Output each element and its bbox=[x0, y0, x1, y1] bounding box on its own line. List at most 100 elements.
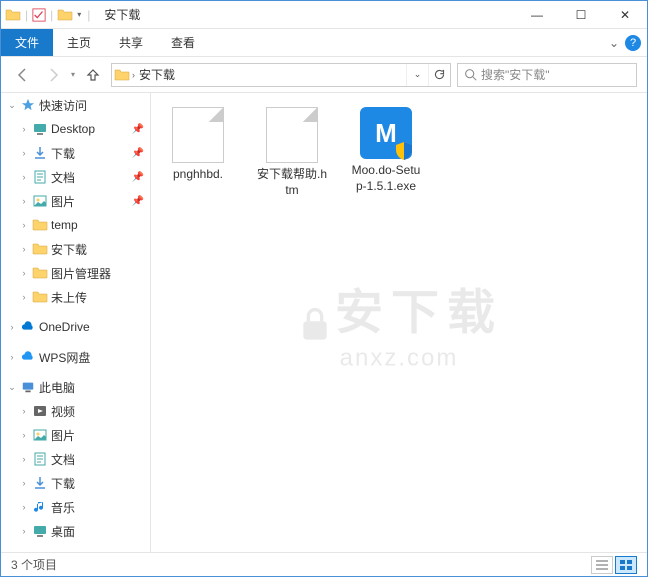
tab-share[interactable]: 共享 bbox=[105, 29, 157, 56]
pin-icon: 📌 bbox=[132, 172, 150, 183]
sidebar-item[interactable]: ›文档📌 bbox=[1, 165, 150, 189]
sidebar-item-label: 视频 bbox=[51, 403, 150, 420]
chevron-right-icon[interactable]: › bbox=[19, 172, 29, 182]
sidebar-item-label: 安下载 bbox=[51, 241, 150, 258]
address-dropdown[interactable]: ⌄ bbox=[406, 64, 428, 86]
file-label: Moo.do-Setup-1.5.1.exe bbox=[351, 163, 421, 194]
chevron-right-icon[interactable]: › bbox=[19, 196, 29, 206]
sidebar-item[interactable]: ›temp bbox=[1, 213, 150, 237]
file-list[interactable]: 安下载 anxz.com pnghhbd. 安下载帮助.htm M Moo.do-Se… bbox=[151, 93, 647, 552]
sidebar-item-label: 桌面 bbox=[51, 523, 150, 540]
ribbon: 文件 主页 共享 查看 ⌄ ? bbox=[1, 29, 647, 57]
pin-icon: 📌 bbox=[132, 148, 150, 159]
statusbar: 3 个项目 bbox=[1, 552, 647, 576]
chevron-down-icon[interactable]: ⌄ bbox=[7, 100, 17, 111]
sidebar-quick-access[interactable]: ⌄ 快速访问 bbox=[1, 93, 150, 117]
file-item[interactable]: M Moo.do-Setup-1.5.1.exe bbox=[347, 103, 425, 202]
chevron-right-icon[interactable]: › bbox=[19, 148, 29, 158]
chevron-right-icon[interactable]: › bbox=[19, 268, 29, 278]
chevron-right-icon[interactable]: › bbox=[19, 406, 29, 416]
video-icon bbox=[32, 403, 48, 419]
sidebar-item-label: 未上传 bbox=[51, 289, 150, 306]
maximize-button[interactable]: ☐ bbox=[559, 1, 603, 29]
search-input[interactable]: 搜索"安下载" bbox=[457, 63, 637, 87]
recent-dropdown[interactable]: ▾ bbox=[71, 70, 75, 79]
ribbon-collapse[interactable]: ⌄ bbox=[609, 36, 619, 50]
pc-icon bbox=[20, 379, 36, 395]
chevron-right-icon[interactable]: › bbox=[19, 526, 29, 536]
sidebar-item[interactable]: › 视频 bbox=[1, 399, 150, 423]
window-controls: — ☐ ✕ bbox=[515, 1, 647, 29]
sidebar-item[interactable]: ›下载 bbox=[1, 471, 150, 495]
watermark: 安下载 anxz.com bbox=[295, 272, 503, 373]
up-button[interactable] bbox=[81, 63, 105, 87]
tab-home[interactable]: 主页 bbox=[53, 29, 105, 56]
close-button[interactable]: ✕ bbox=[603, 1, 647, 29]
sidebar-item-label: 图片管理器 bbox=[51, 265, 150, 282]
download-icon bbox=[32, 475, 48, 491]
check-icon[interactable] bbox=[32, 8, 46, 22]
sidebar[interactable]: ⌄ 快速访问 ›Desktop📌›下载📌›文档📌›图片📌›temp›安下载›图片… bbox=[1, 93, 151, 552]
chevron-right-icon[interactable]: › bbox=[7, 352, 17, 362]
chevron-down-icon[interactable]: ⌄ bbox=[7, 382, 17, 393]
pic-icon bbox=[32, 193, 48, 209]
help-icon[interactable]: ? bbox=[625, 35, 641, 51]
chevron-right-icon[interactable]: › bbox=[19, 502, 29, 512]
sidebar-this-pc[interactable]: ⌄ 此电脑 bbox=[1, 375, 150, 399]
chevron-right-icon[interactable]: › bbox=[19, 124, 29, 134]
sidebar-wps[interactable]: › WPS网盘 bbox=[1, 345, 150, 369]
file-label: pnghhbd. bbox=[173, 167, 223, 183]
chevron-right-icon[interactable]: › bbox=[19, 292, 29, 302]
sidebar-item-label: 音乐 bbox=[51, 499, 150, 516]
file-item[interactable]: pnghhbd. bbox=[159, 103, 237, 202]
chevron-right-icon[interactable]: › bbox=[19, 454, 29, 464]
sidebar-item[interactable]: › 图片📌 bbox=[1, 189, 150, 213]
qat: | | ▾ | bbox=[1, 7, 96, 23]
sidebar-item[interactable]: › 安下载 bbox=[1, 237, 150, 261]
chevron-right-icon[interactable]: › bbox=[19, 220, 29, 230]
sidebar-item[interactable]: › 图片 bbox=[1, 423, 150, 447]
doc-icon bbox=[32, 451, 48, 467]
chevron-right-icon[interactable]: › bbox=[19, 478, 29, 488]
sidebar-item-label: 下载 bbox=[51, 145, 129, 162]
address-bar[interactable]: › 安下载 ⌄ bbox=[111, 63, 451, 87]
star-icon bbox=[20, 97, 36, 113]
breadcrumb-segment[interactable]: 安下载 bbox=[135, 66, 179, 83]
sidebar-onedrive[interactable]: › OneDrive bbox=[1, 315, 150, 339]
chevron-right-icon[interactable]: › bbox=[7, 322, 17, 332]
folder-icon bbox=[32, 265, 48, 281]
folder-icon bbox=[57, 7, 73, 23]
sidebar-item[interactable]: ›Desktop📌 bbox=[1, 117, 150, 141]
sidebar-item[interactable]: › 下载📌 bbox=[1, 141, 150, 165]
search-icon bbox=[464, 68, 477, 81]
sidebar-item[interactable]: › 音乐 bbox=[1, 495, 150, 519]
file-item[interactable]: 安下载帮助.htm bbox=[253, 103, 331, 202]
sidebar-item[interactable]: ›文档 bbox=[1, 447, 150, 471]
window-title: 安下载 bbox=[96, 6, 515, 23]
doc-icon bbox=[32, 169, 48, 185]
sidebar-item[interactable]: › 未上传 bbox=[1, 285, 150, 309]
exe-icon: M bbox=[360, 107, 412, 159]
tab-file[interactable]: 文件 bbox=[1, 29, 53, 56]
refresh-button[interactable] bbox=[428, 64, 450, 86]
minimize-button[interactable]: — bbox=[515, 1, 559, 29]
cloud-icon bbox=[20, 349, 36, 365]
back-button[interactable] bbox=[11, 63, 35, 87]
navbar: ▾ › 安下载 ⌄ 搜索"安下载" bbox=[1, 57, 647, 93]
pin-icon: 📌 bbox=[132, 196, 150, 207]
status-text: 3 个项目 bbox=[11, 556, 57, 573]
desktop-icon bbox=[32, 121, 48, 137]
view-details-button[interactable] bbox=[591, 556, 613, 574]
sidebar-item-label: 图片 bbox=[51, 427, 150, 444]
tab-view[interactable]: 查看 bbox=[157, 29, 209, 56]
chevron-right-icon[interactable]: › bbox=[19, 244, 29, 254]
sidebar-item[interactable]: › 桌面 bbox=[1, 519, 150, 543]
chevron-right-icon[interactable]: › bbox=[19, 430, 29, 440]
sidebar-item[interactable]: › 图片管理器 bbox=[1, 261, 150, 285]
qat-dropdown[interactable]: ▾ bbox=[75, 10, 83, 19]
folder-icon bbox=[32, 217, 48, 233]
file-icon bbox=[266, 107, 318, 163]
sidebar-item-label: 图片 bbox=[51, 193, 129, 210]
forward-button[interactable] bbox=[41, 63, 65, 87]
view-icons-button[interactable] bbox=[615, 556, 637, 574]
